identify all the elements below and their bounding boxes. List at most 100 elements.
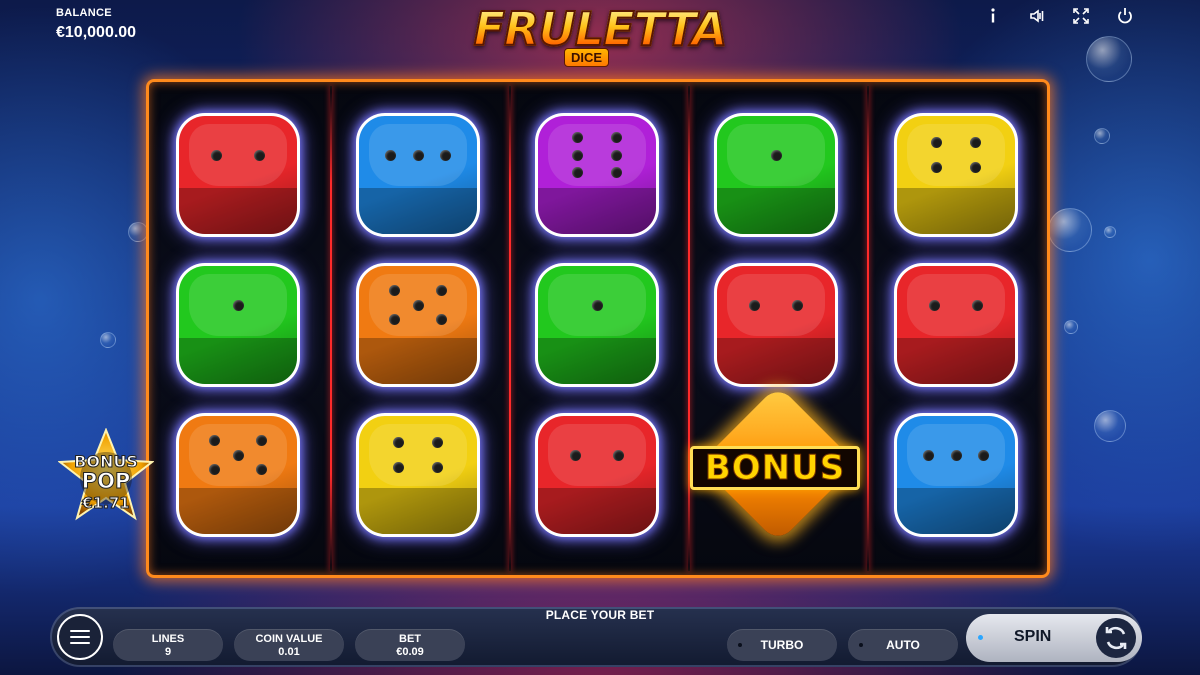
dice-icon [359, 266, 477, 384]
game-logo: FRULETTA DICE [452, 3, 748, 68]
reel-symbol [348, 400, 488, 550]
refresh-icon [1096, 618, 1136, 658]
dice-pip [928, 299, 940, 311]
dice-icon [179, 416, 297, 534]
dice-pip [210, 149, 222, 161]
dice-side [717, 338, 835, 384]
dice-pip [930, 137, 942, 149]
dice-icon [717, 116, 835, 234]
auto-button[interactable]: AUTO [848, 629, 958, 661]
lines-label: LINES [151, 633, 185, 645]
dice-pip [436, 284, 448, 296]
dice-side [179, 188, 297, 234]
dice-pip [970, 161, 982, 173]
dice-side [179, 488, 297, 534]
dice-face [369, 424, 467, 486]
dice-icon [538, 116, 656, 234]
power-icon[interactable] [1114, 6, 1136, 26]
auto-indicator [859, 643, 863, 647]
dice-face [189, 124, 287, 186]
bubble-decoration [1104, 226, 1116, 238]
bonus-pop-amount: €1.71 [82, 494, 130, 513]
fullscreen-icon[interactable] [1070, 6, 1092, 26]
dice-pip [930, 161, 942, 173]
dice-pip [792, 299, 804, 311]
bonus-pop-badge[interactable]: BONUS POP €1.71 [58, 428, 154, 524]
bubble-decoration [1086, 36, 1132, 82]
dice-pip [977, 449, 989, 461]
logo-title: FRULETTA [452, 3, 748, 55]
reel-symbol [527, 250, 667, 400]
dice-pip [950, 449, 962, 461]
dice-pip [611, 149, 623, 161]
reel-symbol [348, 250, 488, 400]
dice-pip [439, 149, 451, 161]
reel-symbol [706, 100, 846, 250]
spin-indicator [978, 635, 983, 640]
reel-symbol [886, 100, 1026, 250]
hamburger-icon [70, 630, 90, 632]
dice-pip [412, 299, 424, 311]
dice-pip [412, 149, 424, 161]
dice-face [548, 124, 646, 186]
reel-symbol [348, 100, 488, 250]
bubble-decoration [1094, 410, 1126, 442]
reel-symbol [527, 400, 667, 550]
dice-pip [972, 299, 984, 311]
bonus-symbol: BONUS [688, 384, 866, 550]
dice-side [538, 488, 656, 534]
dice-icon [538, 416, 656, 534]
reel-symbol [527, 100, 667, 250]
dice-side [717, 188, 835, 234]
dice-pip [571, 166, 583, 178]
reel-symbol [886, 250, 1026, 400]
dice-pip [569, 449, 581, 461]
dice-icon [897, 116, 1015, 234]
dice-side [897, 188, 1015, 234]
bet-label: BET [399, 633, 421, 645]
dice-side [897, 488, 1015, 534]
menu-button[interactable] [57, 614, 103, 660]
bet-selector[interactable]: BET €0.09 [355, 629, 465, 661]
dice-icon [179, 266, 297, 384]
bubble-decoration [1048, 208, 1092, 252]
dice-pip [571, 132, 583, 144]
dice-pip [591, 299, 603, 311]
top-toolbar [982, 6, 1136, 26]
balance-display: BALANCE €10,000.00 [56, 7, 136, 42]
bubble-decoration [1094, 128, 1110, 144]
bubble-decoration [1064, 320, 1078, 334]
logo-subtitle: DICE [564, 48, 610, 67]
hamburger-line [70, 636, 90, 638]
reel-symbol [168, 100, 308, 250]
spin-label: SPIN [1014, 628, 1052, 645]
coin-value-selector[interactable]: COIN VALUE 0.01 [234, 629, 344, 661]
dice-pip [432, 461, 444, 473]
dice-side [359, 338, 477, 384]
reel-separator [330, 86, 332, 571]
balance-label: BALANCE [56, 7, 112, 19]
dice-pip [571, 149, 583, 161]
sound-icon[interactable] [1026, 6, 1048, 26]
dice-pip [256, 434, 268, 446]
coin-value-label: COIN VALUE [255, 633, 323, 645]
dice-face [907, 124, 1005, 186]
lines-selector[interactable]: LINES 9 [113, 629, 223, 661]
turbo-indicator [738, 643, 742, 647]
dice-icon [179, 116, 297, 234]
reel-symbol [706, 250, 846, 400]
auto-label: AUTO [886, 638, 920, 652]
dice-pip [254, 149, 266, 161]
reel-symbol [886, 400, 1026, 550]
hamburger-line [70, 642, 90, 644]
coin-value: 0.01 [278, 646, 300, 658]
reel-symbol [168, 400, 308, 550]
dice-face [548, 424, 646, 486]
dice-pip [770, 149, 782, 161]
info-icon[interactable] [982, 6, 1004, 26]
dice-icon [717, 266, 835, 384]
turbo-button[interactable]: TURBO [727, 629, 837, 661]
spin-button[interactable]: SPIN [966, 614, 1142, 662]
bubble-decoration [128, 222, 148, 242]
dice-icon [359, 416, 477, 534]
